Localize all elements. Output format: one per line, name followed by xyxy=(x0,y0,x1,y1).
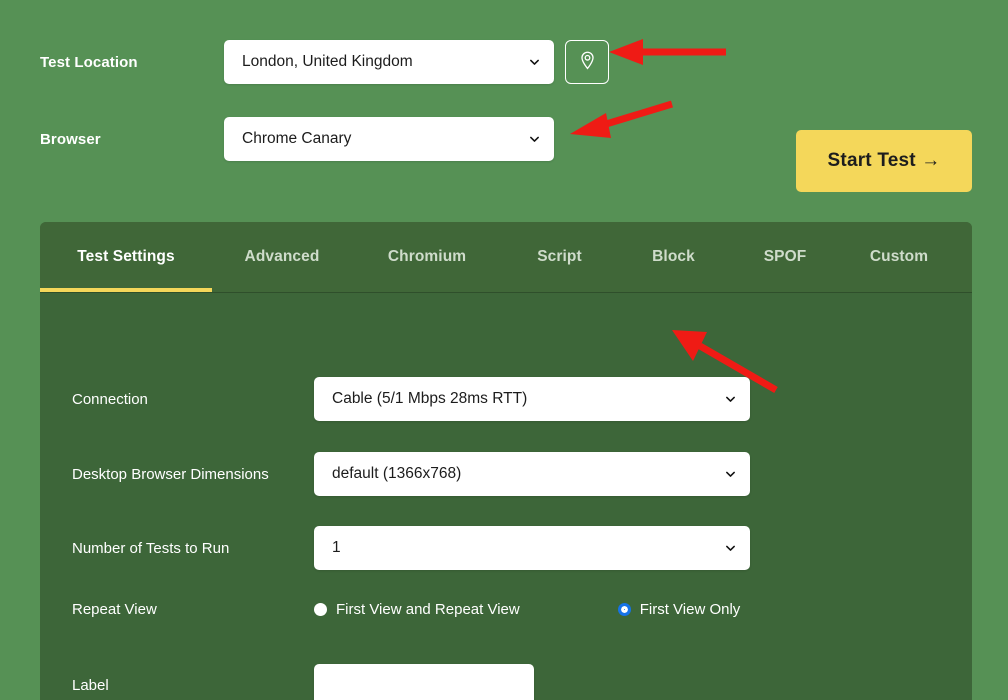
chevron-down-icon xyxy=(725,469,736,480)
connection-label: Connection xyxy=(72,390,148,408)
radio-first-and-repeat-view[interactable]: First View and Repeat View xyxy=(314,601,520,618)
tab-spof[interactable]: SPOF xyxy=(730,222,840,292)
number-of-tests-row: Number of Tests to Run 1 xyxy=(72,526,750,570)
number-of-tests-select[interactable]: 1 xyxy=(314,526,750,570)
tab-test-settings[interactable]: Test Settings xyxy=(40,222,212,292)
chevron-down-icon xyxy=(725,543,736,554)
test-location-label: Test Location xyxy=(40,53,138,71)
test-location-row: Test Location London, United Kingdom xyxy=(40,40,609,84)
radio-first-view-only-label: First View Only xyxy=(639,601,741,618)
desktop-browser-dimensions-label: Desktop Browser Dimensions xyxy=(72,465,269,483)
radio-first-and-repeat-view-label: First View and Repeat View xyxy=(336,601,520,618)
start-test-button[interactable]: Start Test → xyxy=(796,130,972,192)
test-location-value: London, United Kingdom xyxy=(242,53,413,70)
tab-script[interactable]: Script xyxy=(502,222,617,292)
connection-select[interactable]: Cable (5/1 Mbps 28ms RTT) xyxy=(314,377,750,421)
browser-label: Browser xyxy=(40,130,101,148)
radio-first-view-only[interactable]: First View Only xyxy=(617,601,741,618)
tab-block[interactable]: Block xyxy=(617,222,730,292)
geolocation-button[interactable] xyxy=(565,40,609,84)
connection-value: Cable (5/1 Mbps 28ms RTT) xyxy=(332,390,528,407)
test-settings-panel-body: Connection Cable (5/1 Mbps 28ms RTT) Des… xyxy=(40,293,972,700)
radio-dot-icon xyxy=(617,603,631,616)
map-pin-icon xyxy=(577,50,598,74)
desktop-browser-dimensions-value: default (1366x768) xyxy=(332,465,462,482)
settings-panel: Test Settings Advanced Chromium Script B… xyxy=(40,222,972,700)
tab-chromium[interactable]: Chromium xyxy=(352,222,502,292)
desktop-browser-dimensions-row: Desktop Browser Dimensions default (1366… xyxy=(72,452,750,496)
chevron-down-icon xyxy=(725,394,736,405)
repeat-view-radio-group: First View and Repeat View First View On… xyxy=(314,601,740,618)
repeat-view-row: Repeat View First View and Repeat View F… xyxy=(72,601,740,618)
test-location-select[interactable]: London, United Kingdom xyxy=(224,40,554,84)
tab-advanced[interactable]: Advanced xyxy=(212,222,352,292)
chevron-down-icon xyxy=(529,57,540,68)
settings-tabs: Test Settings Advanced Chromium Script B… xyxy=(40,222,972,293)
radio-dot-icon xyxy=(314,603,327,616)
label-field-label: Label xyxy=(72,676,109,694)
label-input[interactable] xyxy=(314,664,534,700)
repeat-view-label: Repeat View xyxy=(72,601,157,618)
connection-row: Connection Cable (5/1 Mbps 28ms RTT) xyxy=(72,377,750,421)
browser-value: Chrome Canary xyxy=(242,130,352,147)
tab-custom[interactable]: Custom xyxy=(840,222,958,292)
test-setup-form: Test Location London, United Kingdom Bro… xyxy=(0,0,1008,220)
number-of-tests-value: 1 xyxy=(332,539,341,556)
browser-select[interactable]: Chrome Canary xyxy=(224,117,554,161)
number-of-tests-label: Number of Tests to Run xyxy=(72,539,230,557)
label-row: Label xyxy=(72,664,534,700)
browser-row: Browser Chrome Canary xyxy=(40,117,554,161)
chevron-down-icon xyxy=(529,134,540,145)
desktop-browser-dimensions-select[interactable]: default (1366x768) xyxy=(314,452,750,496)
